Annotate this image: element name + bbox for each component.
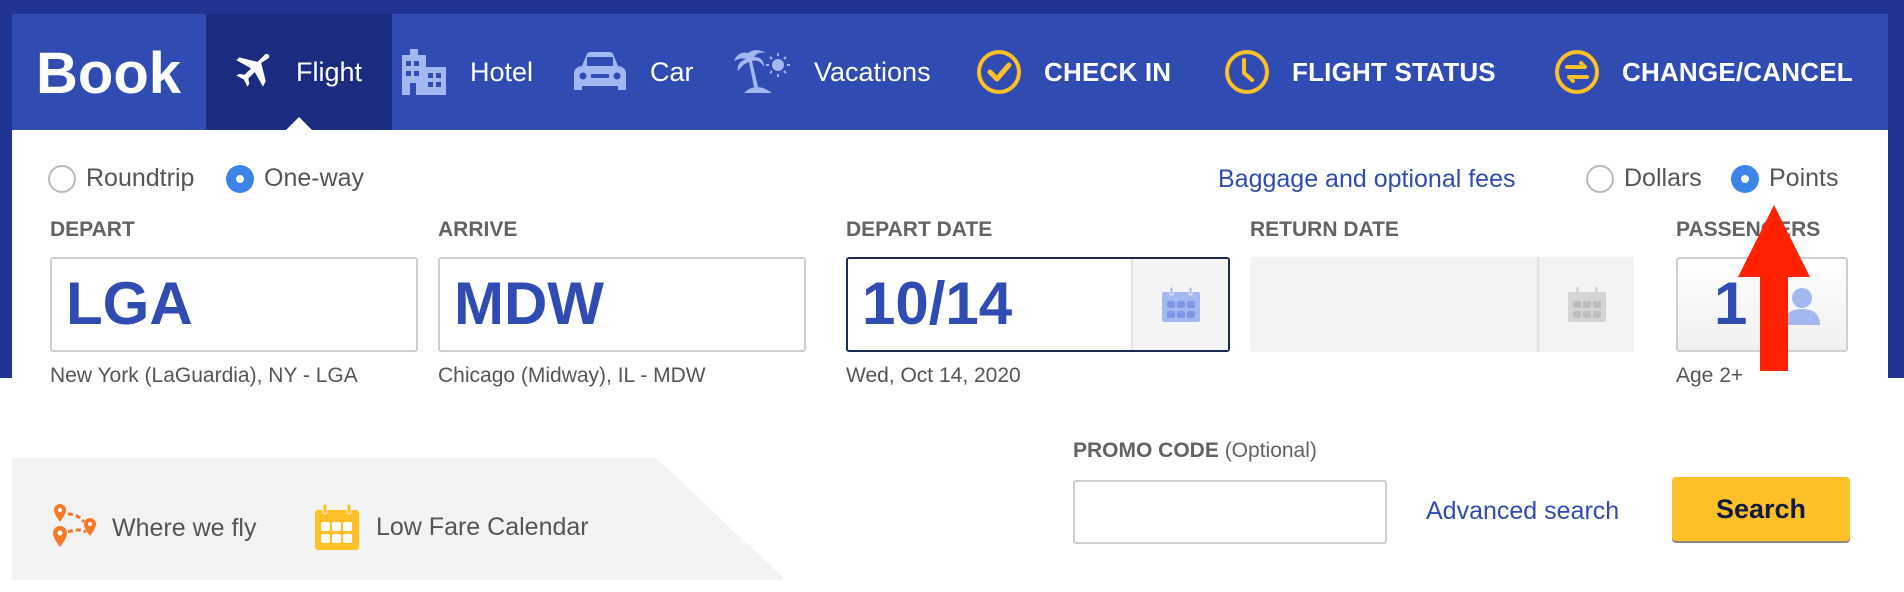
flight-status-label: FLIGHT STATUS bbox=[1292, 56, 1496, 87]
tab-label: Car bbox=[650, 56, 694, 87]
calendar-icon bbox=[1161, 286, 1200, 322]
one-way-label: One-way bbox=[264, 164, 365, 192]
promo-code-optional: (Optional) bbox=[1224, 439, 1317, 462]
depart-input[interactable]: LGA bbox=[50, 257, 418, 352]
clock-icon bbox=[1224, 49, 1270, 95]
where-we-fly-label: Where we fly bbox=[112, 513, 257, 542]
where-we-fly-link[interactable]: Where we fly bbox=[50, 504, 256, 552]
check-in-link[interactable]: CHECK IN bbox=[976, 14, 1171, 130]
tab-flight[interactable]: Flight bbox=[206, 14, 392, 130]
one-way-radio[interactable]: One-way bbox=[226, 164, 364, 193]
passengers-description: Age 2+ bbox=[1676, 364, 1744, 387]
depart-date-label: DEPART DATE bbox=[846, 218, 993, 241]
return-date-label: RETURN DATE bbox=[1250, 218, 1399, 241]
tab-vacations[interactable]: Vacations bbox=[732, 14, 931, 130]
airplane-icon bbox=[230, 50, 274, 94]
swap-arrows-icon bbox=[1554, 49, 1600, 95]
flight-status-link[interactable]: FLIGHT STATUS bbox=[1224, 14, 1496, 130]
depart-value: LGA bbox=[66, 270, 193, 337]
return-date-calendar-button[interactable] bbox=[1537, 257, 1634, 352]
return-date-input[interactable] bbox=[1250, 257, 1634, 352]
radio-circle[interactable] bbox=[1586, 164, 1614, 193]
low-fare-calendar-label: Low Fare Calendar bbox=[376, 512, 589, 541]
low-fare-calendar-link[interactable]: Low Fare Calendar bbox=[314, 504, 589, 550]
arrive-input[interactable]: MDW bbox=[438, 257, 806, 352]
roundtrip-radio[interactable]: Roundtrip bbox=[48, 164, 194, 193]
depart-date-value: 10/14 bbox=[862, 270, 1013, 337]
dollars-label: Dollars bbox=[1624, 164, 1702, 192]
change-cancel-link[interactable]: CHANGE/CANCEL bbox=[1554, 14, 1853, 130]
depart-date-calendar-button[interactable] bbox=[1131, 259, 1228, 350]
depart-date-input[interactable]: 10/14 bbox=[846, 257, 1230, 352]
arrive-value: MDW bbox=[454, 270, 604, 337]
promo-code-input[interactable] bbox=[1073, 480, 1387, 544]
map-route-pins-icon bbox=[53, 504, 96, 547]
tab-label: Flight bbox=[296, 56, 363, 87]
roundtrip-label: Roundtrip bbox=[86, 164, 195, 192]
car-icon bbox=[572, 50, 628, 94]
booking-widget: Book Flight Hotel Car Vacations CHECK IN… bbox=[12, 14, 1888, 592]
promo-code-label-text: PROMO CODE bbox=[1073, 439, 1219, 462]
check-in-label: CHECK IN bbox=[1044, 56, 1172, 87]
calendar-icon bbox=[315, 504, 359, 550]
depart-description: New York (LaGuardia), NY - LGA bbox=[50, 364, 358, 387]
search-button[interactable]: Search bbox=[1672, 477, 1850, 541]
dollars-radio[interactable]: Dollars bbox=[1586, 164, 1702, 193]
palm-tree-sun-icon bbox=[732, 49, 792, 95]
baggage-fees-link[interactable]: Baggage and optional fees bbox=[1218, 165, 1515, 194]
radio-circle-selected[interactable] bbox=[1731, 164, 1759, 193]
radio-circle[interactable] bbox=[48, 164, 76, 193]
check-circle-icon bbox=[976, 49, 1022, 95]
points-label: Points bbox=[1769, 164, 1839, 192]
book-title: Book bbox=[36, 41, 181, 106]
change-cancel-label: CHANGE/CANCEL bbox=[1622, 56, 1853, 87]
calendar-icon bbox=[1567, 286, 1606, 322]
tab-label: Hotel bbox=[470, 56, 534, 87]
tab-hotel[interactable]: Hotel bbox=[400, 14, 533, 130]
depart-label: DEPART bbox=[50, 218, 135, 241]
active-tab-caret bbox=[286, 117, 312, 130]
arrive-description: Chicago (Midway), IL - MDW bbox=[438, 364, 706, 387]
radio-circle-selected[interactable] bbox=[226, 164, 254, 193]
tab-label: Vacations bbox=[814, 56, 931, 87]
annotation-red-arrow bbox=[1738, 205, 1810, 371]
advanced-search-link[interactable]: Advanced search bbox=[1426, 497, 1619, 526]
hotel-building-icon bbox=[400, 49, 448, 95]
arrive-label: ARRIVE bbox=[438, 218, 518, 241]
points-radio[interactable]: Points bbox=[1731, 164, 1838, 193]
tab-car[interactable]: Car bbox=[572, 14, 694, 130]
promo-code-label: PROMO CODE (Optional) bbox=[1073, 439, 1317, 463]
depart-date-description: Wed, Oct 14, 2020 bbox=[846, 364, 1021, 387]
page: Book Flight Hotel Car Vacations CHECK IN… bbox=[0, 0, 1904, 592]
booking-nav: Book Flight Hotel Car Vacations CHECK IN… bbox=[12, 14, 1888, 130]
